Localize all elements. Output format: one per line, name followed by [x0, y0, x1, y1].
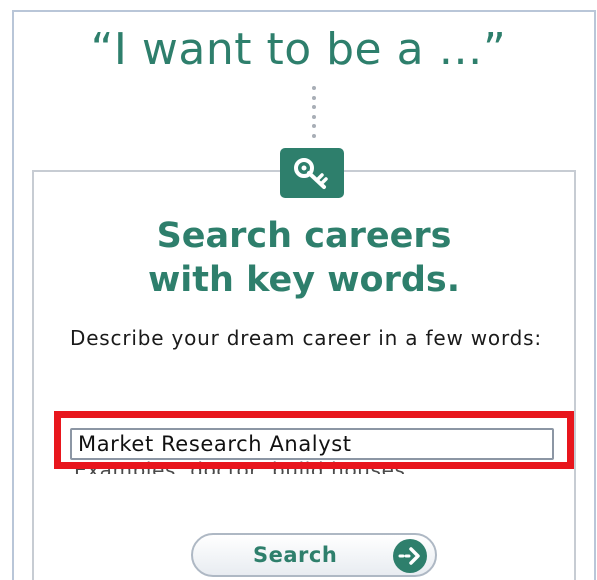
tagline: “I want to be a …”	[90, 24, 507, 75]
frame-border-right	[594, 10, 596, 580]
connector-dot	[312, 86, 316, 90]
connector-dot	[312, 124, 316, 129]
key-icon	[280, 148, 344, 198]
frame-border-top	[12, 10, 595, 12]
heading-line-1: Search careers	[156, 216, 452, 256]
search-prompt: Describe your dream career in a few word…	[70, 326, 542, 350]
dotted-connector	[312, 86, 316, 138]
arrow-right-icon	[393, 539, 427, 573]
career-search-page: “I want to be a …” Search careers with k…	[0, 0, 597, 580]
career-keyword-input[interactable]	[70, 428, 554, 460]
search-button[interactable]: Search	[191, 533, 437, 577]
connector-dot	[312, 114, 316, 119]
section-heading: Search careers with key words.	[32, 214, 576, 302]
connector-dot	[312, 133, 316, 138]
frame-border-left	[12, 10, 14, 580]
search-button-label: Search	[253, 543, 338, 567]
connector-dot	[312, 95, 316, 100]
heading-line-2: with key words.	[147, 260, 461, 300]
connector-dot	[312, 105, 316, 110]
